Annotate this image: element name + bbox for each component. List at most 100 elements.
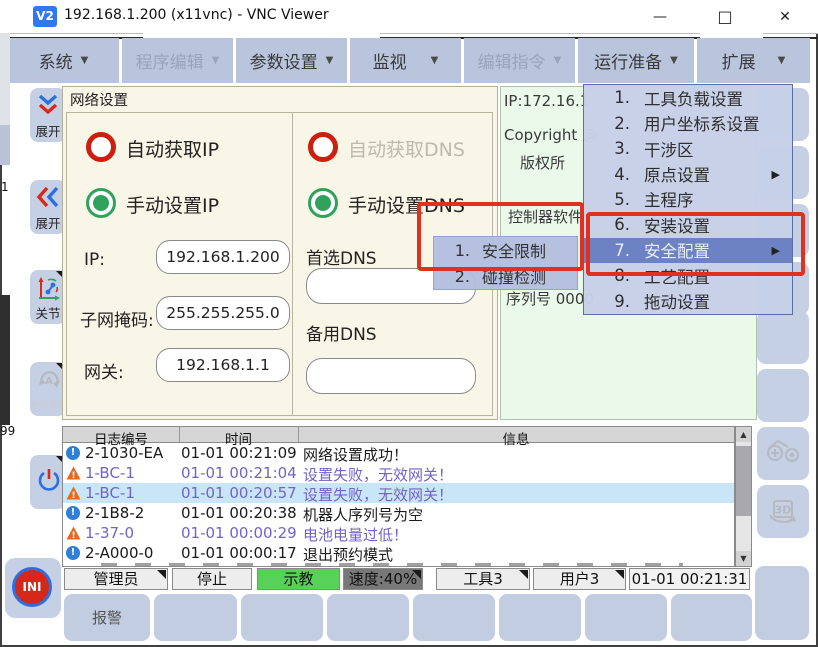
sidebar-expand-left-label: 展开 [35, 217, 60, 231]
bottom-button-6[interactable] [499, 594, 581, 641]
status-user-frame[interactable]: 用户3 [533, 568, 626, 590]
status-speed[interactable]: 速度:40% [343, 568, 423, 590]
alarm-button[interactable]: 报警 [64, 594, 150, 641]
close-button[interactable]: ✕ [765, 4, 805, 30]
menu-item-label: 安装设置 [644, 213, 710, 237]
log-message: 网络设置成功！ [303, 444, 408, 465]
ini-logo-icon: INI [12, 567, 52, 607]
chevron-down-icon: ▼ [326, 55, 334, 66]
corner-marker [519, 570, 528, 579]
menu-item-interference-zone[interactable]: 3. 干涉区 [584, 136, 792, 161]
menu-monitor[interactable]: 监视 ▼ [350, 38, 461, 83]
gateway-label: 网关: [84, 358, 124, 383]
double-chevron-down-icon [36, 93, 60, 117]
status-mode-label: 示教 [283, 570, 313, 588]
log-message: 设置失败，无效网关！ [303, 464, 453, 485]
bottom-button-2[interactable] [154, 594, 237, 641]
controller-ip-text: IP:172.16.1 [504, 92, 589, 110]
log-id: 1-37-0 [85, 524, 134, 542]
menu-item-user-frame[interactable]: 2. 用户坐标系设置 [584, 110, 792, 135]
menu-item-main-program[interactable]: 5. 主程序 [584, 187, 792, 212]
menu-item-installation-settings[interactable]: 6. 安装设置 [584, 212, 792, 237]
joystick-icon [764, 435, 802, 471]
bottom-button-7[interactable] [585, 594, 667, 641]
status-run-state[interactable]: 停止 [172, 568, 252, 590]
chevron-down-icon: ▼ [554, 55, 562, 66]
scroll-up-icon[interactable]: ▲ [736, 427, 751, 442]
log-row[interactable]: ! 1-37-0 01-01 00:00:29 电池电量过低！ [63, 523, 734, 543]
ini-button[interactable]: INI [5, 558, 61, 618]
menu-item-label: 主程序 [644, 187, 694, 211]
menu-extension[interactable]: 扩展 ▼ [697, 38, 810, 83]
menu-parameter-settings[interactable]: 参数设置 ▼ [236, 38, 347, 83]
maximize-button[interactable]: □ [705, 4, 745, 30]
menu-item-process-configuration[interactable]: 8. 工艺配置 [584, 263, 792, 288]
network-panel-divider [292, 112, 293, 415]
menu-item-drag-settings[interactable]: 9. 拖动设置 [584, 289, 792, 314]
scroll-down-icon[interactable]: ▼ [736, 551, 751, 566]
submenu-item-safety-limits[interactable]: 1. 安全限制 [434, 237, 577, 263]
status-datetime-label: 01-01 00:21:31 [632, 570, 748, 588]
ip-input[interactable] [156, 240, 290, 274]
rights-text: 版权所 [520, 152, 565, 173]
vnc-logo: V2 [33, 6, 57, 27]
right-panel-3d-button[interactable]: 3D [757, 485, 809, 538]
right-panel-joystick-button[interactable] [757, 427, 809, 480]
log-row[interactable]: ! 2-1030-EA 01-01 00:21:09 网络设置成功！ [63, 443, 734, 463]
gateway-input[interactable] [156, 348, 290, 382]
minimize-button[interactable]: — [640, 4, 680, 30]
log-row[interactable]: ! 1-BC-1 01-01 00:21:04 设置失败，无效网关！ [63, 463, 734, 483]
right-panel-button-6[interactable] [757, 369, 809, 422]
chevron-down-icon: ▼ [81, 55, 89, 66]
right-panel-button-5[interactable] [757, 311, 809, 364]
svg-text:!: ! [71, 471, 75, 480]
manual-ip-label: 手动设置IP [126, 191, 219, 218]
secondary-dns-input[interactable] [306, 358, 476, 394]
log-row[interactable]: ! 2-A000-0 01-01 00:00:17 退出预约模式 [63, 543, 734, 563]
menu-run-preparation[interactable]: 运行准备 ▼ [578, 38, 694, 83]
status-run-state-label: 停止 [197, 570, 227, 588]
sidebar-expand-down-button[interactable]: 展开 [30, 88, 66, 142]
log-row-selected[interactable]: ! 1-BC-1 01-01 00:20:57 设置失败，无效网关！ [63, 483, 734, 503]
log-table-header: 日志编号 时间 信息 [62, 426, 735, 443]
manual-ip-radio[interactable] [86, 188, 116, 218]
bottom-button-3[interactable] [241, 594, 323, 641]
bottom-button-8[interactable] [671, 594, 752, 641]
log-message: 设置失败，无效网关！ [303, 484, 453, 505]
menu-item-home-settings[interactable]: 4. 原点设置 ▶ [584, 161, 792, 186]
menu-item-label: 工艺配置 [644, 264, 710, 288]
manual-dns-radio[interactable] [308, 188, 338, 218]
menu-system[interactable]: 系统 ▼ [8, 38, 119, 83]
bottom-button-5[interactable] [413, 594, 495, 641]
sidebar-power-button[interactable] [30, 455, 66, 509]
status-tool[interactable]: 工具3 [436, 568, 530, 590]
power-icon [36, 467, 62, 493]
menu-item-tool-load[interactable]: 1. 工具负载设置 [584, 85, 792, 110]
vnc-viewer-window: V2 192.168.1.200 (x11vnc) - VNC Viewer —… [0, 0, 818, 647]
menu-item-safety-configuration[interactable]: 7. 安全配置 ▶ [584, 238, 792, 263]
menu-item-label: 原点设置 [644, 162, 710, 186]
bottom-button-4[interactable] [327, 594, 409, 641]
svg-text:!: ! [71, 531, 75, 540]
menu-item-number: 2. [606, 114, 630, 133]
manual-dns-label: 手动设置DNS [348, 191, 465, 218]
menu-item-number: 5. [606, 190, 630, 209]
subnet-mask-input[interactable] [156, 296, 290, 330]
scrollbar-thumb[interactable] [736, 446, 751, 516]
status-user-role[interactable]: 管理员 [64, 568, 168, 590]
log-row-partial[interactable] [83, 563, 683, 566]
menu-edit-command-label: 编辑指令 [478, 48, 546, 73]
submenu-item-collision-detection[interactable]: 2. 碰撞检测 [434, 263, 577, 289]
log-row[interactable]: ! 2-1B8-2 01-01 00:20:38 机器人序列号为空 [63, 503, 734, 523]
right-panel-bottom-button[interactable] [755, 566, 809, 640]
log-id: 2-1B8-2 [85, 504, 144, 522]
primary-dns-label: 首选DNS [306, 244, 377, 269]
auto-ip-radio[interactable] [86, 132, 116, 162]
status-mode[interactable]: 示教 [257, 568, 340, 590]
sidebar-joint-button[interactable]: 关节 [30, 270, 66, 324]
sidebar-expand-left-button[interactable]: 展开 [30, 180, 66, 234]
menu-item-label: 工具负载设置 [644, 86, 743, 110]
log-id: 2-1030-EA [85, 444, 163, 462]
double-chevron-left-icon [36, 185, 60, 209]
window-title: 192.168.1.200 (x11vnc) - VNC Viewer [64, 7, 329, 23]
